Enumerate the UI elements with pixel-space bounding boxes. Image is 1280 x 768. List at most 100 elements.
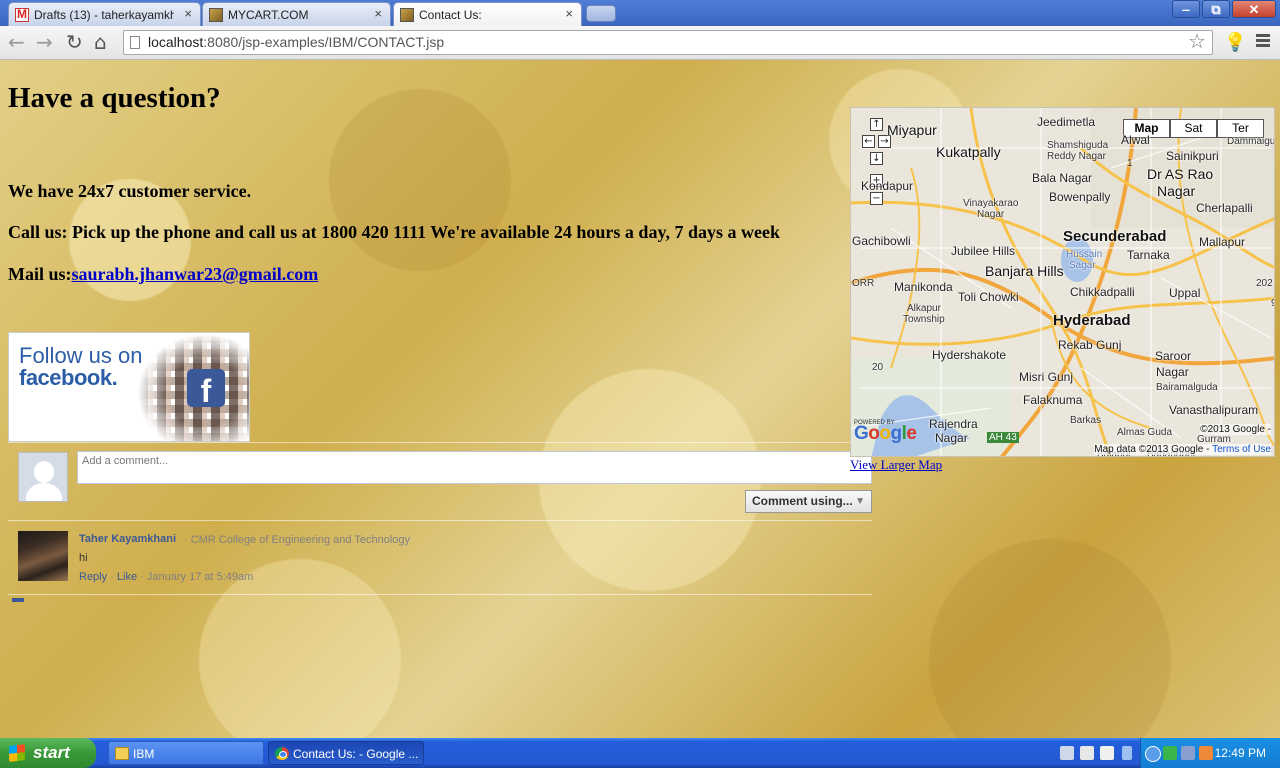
tab-contact-us[interactable]: Contact Us: ×	[393, 2, 582, 26]
map-type-satellite-button[interactable]: Sat	[1170, 119, 1217, 138]
close-tab-icon[interactable]: ×	[374, 6, 382, 21]
map-label: Hydershakote	[932, 348, 1007, 362]
taskbar-button-chrome[interactable]: Contact Us: - Google ...	[268, 741, 424, 765]
menu-icon[interactable]	[1256, 34, 1270, 49]
tab-title: Contact Us:	[419, 7, 482, 22]
close-window-button[interactable]: ✕	[1232, 0, 1276, 18]
tray-network-icon[interactable]	[1080, 746, 1094, 760]
view-larger-map-link[interactable]: View Larger Map	[850, 457, 942, 473]
map-label: Alwal	[1121, 133, 1150, 147]
zoom-out-icon[interactable]: −	[870, 192, 883, 205]
comment-using-button[interactable]: Comment using... ▼	[745, 490, 872, 513]
start-label: start	[33, 743, 70, 762]
terms-of-use-link[interactable]: Terms of Use	[1212, 444, 1271, 455]
url-path: :8080/jsp-examples/IBM/CONTACT.jsp	[203, 34, 445, 50]
divider	[8, 442, 872, 443]
pan-left-icon[interactable]: ←	[862, 135, 875, 148]
tray-expand-icon[interactable]	[1145, 746, 1161, 762]
map-label: Rekab Gunj	[1058, 338, 1122, 352]
pan-up-icon[interactable]: ↑	[870, 118, 883, 131]
facebook-follow-banner[interactable]: Follow us on facebook. f	[8, 332, 250, 442]
close-tab-icon[interactable]: ×	[565, 6, 573, 21]
comment-input[interactable]: Add a comment...	[77, 451, 872, 484]
tray-usb-icon[interactable]	[1122, 746, 1132, 760]
google-logo: Google	[854, 423, 917, 444]
reload-icon[interactable]: ↻	[66, 32, 83, 52]
map-label: Nagar	[977, 209, 1005, 220]
lightbulb-icon[interactable]: 💡	[1224, 32, 1246, 53]
taskbar-button-label: IBM	[133, 747, 155, 761]
separator-dot: ·	[110, 571, 114, 583]
back-arrow-icon[interactable]: ←	[8, 32, 25, 52]
page-title: Have a question?	[8, 82, 221, 114]
home-icon[interactable]: ⌂	[94, 32, 107, 52]
map-label: Mallapur	[1199, 235, 1246, 249]
maximize-button[interactable]: ⧉	[1202, 0, 1230, 18]
map-label: Falaknuma	[1023, 393, 1083, 407]
map-label: Almas Guda	[1117, 427, 1173, 438]
highway-shield: 1	[1127, 158, 1133, 169]
comment-author-meta: · CMR College of Engineering and Technol…	[184, 534, 411, 546]
map-label: Saroor	[1155, 349, 1192, 363]
map-label: Kukatpally	[936, 144, 1001, 160]
map-label: Dr AS Rao	[1147, 166, 1214, 182]
map-label: Vanasthalipuram	[1169, 403, 1259, 417]
browser-toolbar: ← → ↻ ⌂ localhost:8080/jsp-examples/IBM/…	[0, 26, 1280, 60]
map-label: Vinayakarao	[963, 198, 1019, 209]
close-tab-icon[interactable]: ×	[184, 6, 192, 21]
map-label: Banjara Hills	[985, 263, 1064, 279]
comment-actions: Reply · Like · January 17 at 5:49am	[79, 571, 253, 583]
windows-taskbar: start IBM Contact Us: - Google ... 12:49…	[0, 738, 1280, 768]
embedded-map[interactable]: Map Sat Ter ↑ ← → ↓ + − Miyapur Jeedimet…	[850, 107, 1275, 457]
service-text: We have 24x7 customer service.	[8, 181, 252, 201]
map-label: Dammaigud	[1227, 136, 1275, 147]
highway-shield: 202	[1256, 278, 1273, 289]
divider	[8, 520, 872, 521]
chrome-icon	[275, 747, 289, 760]
plugin-logo-mark	[12, 598, 24, 602]
mail-label: Mail us:	[8, 264, 72, 284]
taskbar-button-label: Contact Us: - Google ...	[293, 747, 419, 761]
pan-down-icon[interactable]: ↓	[870, 152, 883, 165]
tray-display-icon[interactable]	[1181, 746, 1195, 760]
bookmark-star-icon[interactable]: ☆	[1188, 31, 1206, 51]
windows-logo-icon	[9, 744, 25, 762]
taskbar-button-ibm[interactable]: IBM	[108, 741, 264, 765]
map-label: Township	[903, 314, 945, 325]
map-label: Shamshiguda	[1047, 140, 1109, 151]
clock: 12:49 PM	[1214, 746, 1266, 760]
commenter-avatar[interactable]	[18, 531, 68, 581]
map-label: Miyapur	[887, 122, 937, 138]
tray-app-icon[interactable]	[1199, 746, 1213, 760]
facebook-wordmark: facebook.	[19, 365, 118, 390]
avatar	[18, 452, 68, 502]
start-button[interactable]: start	[0, 738, 96, 768]
address-bar[interactable]: localhost:8080/jsp-examples/IBM/CONTACT.…	[123, 30, 1213, 55]
reply-link[interactable]: Reply	[79, 571, 107, 583]
map-label: Reddy Nagar	[1047, 151, 1106, 162]
map-label: Sainikpuri	[1166, 149, 1219, 163]
email-link[interactable]: saurabh.jhanwar23@gmail.com	[72, 264, 319, 284]
map-data-credit: Map data ©2013 Google - Terms of Use	[1094, 444, 1271, 455]
tray-shield-icon[interactable]	[1163, 746, 1177, 760]
tab-gmail-drafts[interactable]: Drafts (13) - taherkayamkha ×	[8, 2, 201, 26]
map-label: Secunderabad	[1063, 228, 1167, 245]
map-label: Nagar	[1157, 183, 1196, 199]
tab-mycart[interactable]: MYCART.COM ×	[202, 2, 391, 26]
map-label: Toli Chowki	[958, 290, 1019, 304]
minimize-button[interactable]: ‒	[1172, 0, 1200, 18]
comment-author-link[interactable]: Taher Kayamkhani	[79, 533, 176, 545]
map-label: Kondapur	[861, 179, 914, 193]
image-icon	[400, 7, 414, 22]
window-controls: ‒ ⧉ ✕	[1172, 0, 1276, 18]
map-label: Tarnaka	[1127, 248, 1170, 262]
like-link[interactable]: Like	[117, 571, 137, 583]
tray-help-icon[interactable]	[1100, 746, 1114, 760]
divider	[8, 594, 872, 595]
separator-dot: ·	[140, 571, 144, 583]
map-label: Bala Nagar	[1032, 171, 1093, 185]
tray-tool-icon[interactable]	[1060, 746, 1074, 760]
new-tab-button[interactable]	[586, 5, 616, 22]
map-label: Sagar	[1069, 260, 1096, 271]
forward-arrow-icon[interactable]: →	[36, 32, 53, 52]
